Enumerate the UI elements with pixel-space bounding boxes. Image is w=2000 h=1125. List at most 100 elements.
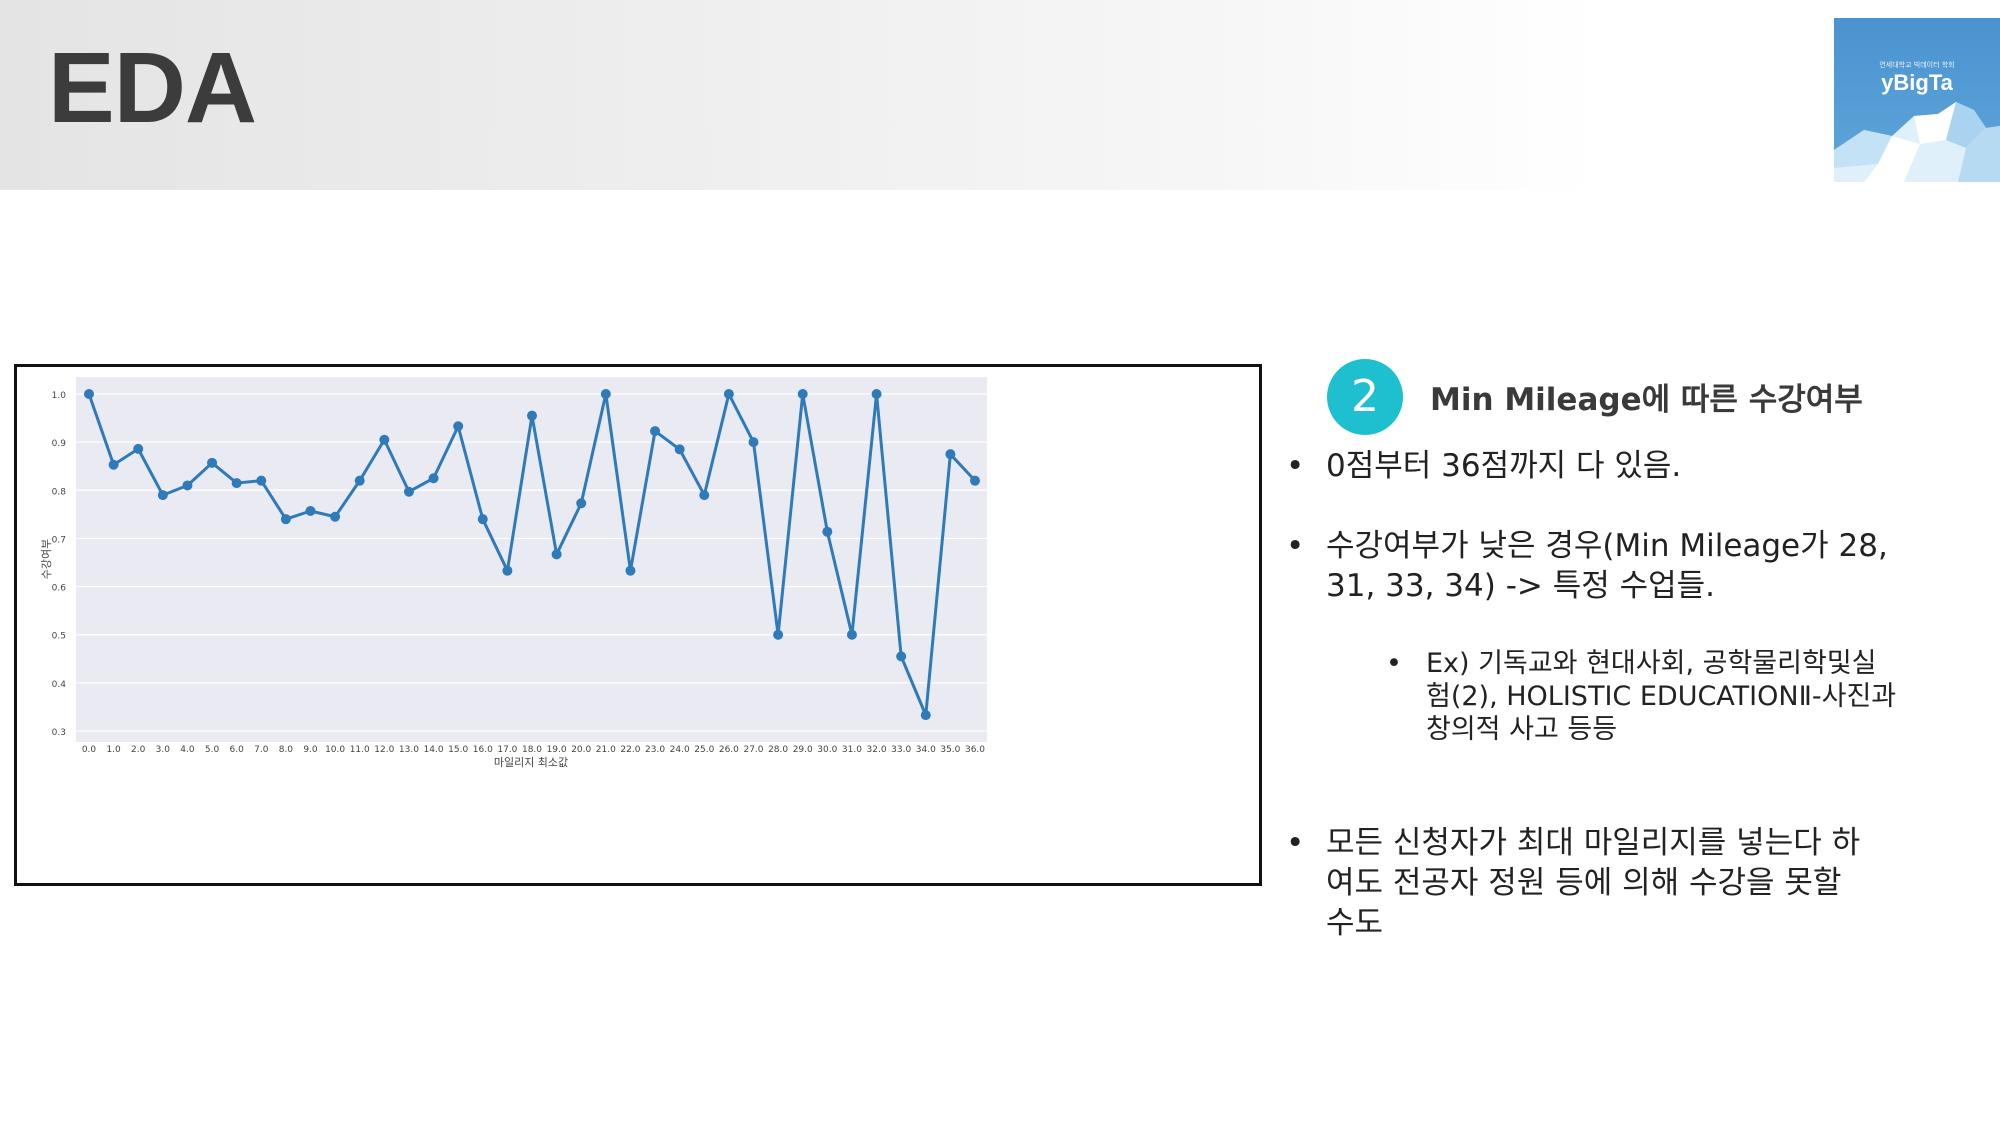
bullet-item: • 0점부터 36점까지 다 있음.: [1286, 446, 1966, 488]
data-point: [182, 480, 193, 491]
x-tick-label: 3.0: [156, 745, 171, 755]
x-tick-label: 10.0: [325, 745, 345, 755]
chart-frame: 0.3 0.4 0.5 0.6 0.7 0.8 0.9 1.0 0.0 1.0 2.0 3.0 4.0…: [14, 364, 1262, 886]
sub-bullet-item: • Ex) 기독교와 현대사회, 공학물리학및실 험(2), HOLISTIC …: [1386, 647, 1966, 749]
data-point: [256, 475, 267, 486]
data-point: [453, 421, 464, 432]
data-point: [379, 434, 390, 445]
section-number-badge: 2: [1327, 359, 1403, 435]
plot-area: [76, 377, 987, 742]
x-tick-label: 7.0: [254, 745, 269, 755]
data-point: [674, 444, 685, 455]
data-point: [822, 526, 833, 537]
x-tick-label: 32.0: [867, 745, 887, 755]
x-tick-label: 9.0: [303, 745, 318, 755]
bullet-text: 수강여부가 낮은 경우(Min Mileage가 28, 31, 33, 34)…: [1326, 528, 1888, 604]
bullet-dot: •: [1286, 448, 1305, 484]
x-tick-label: 34.0: [916, 745, 936, 755]
bullet-text: 0점부터 36점까지 다 있음.: [1326, 448, 1682, 484]
data-point: [84, 389, 94, 399]
data-point: [945, 449, 956, 460]
x-tick-label: 17.0: [497, 745, 517, 755]
x-tick-label: 23.0: [645, 745, 665, 755]
data-point: [650, 426, 661, 437]
x-tick-label: 0.0: [82, 745, 97, 755]
x-tick-label: 33.0: [891, 745, 911, 755]
data-point: [502, 565, 513, 576]
x-tick-label: 5.0: [205, 745, 220, 755]
x-tick-label: 16.0: [473, 745, 493, 755]
bullet-text: Ex) 기독교와 현대사회, 공학물리학및실 험(2), HOLISTIC ED…: [1426, 648, 1897, 745]
y-tick-label: 1.0: [52, 391, 67, 401]
x-tick-label: 24.0: [670, 745, 690, 755]
data-point: [354, 475, 365, 486]
x-tick-label: 21.0: [596, 745, 616, 755]
line-chart: 0.3 0.4 0.5 0.6 0.7 0.8 0.9 1.0 0.0 1.0 2.0 3.0 4.0…: [40, 377, 987, 769]
data-point: [477, 514, 488, 525]
x-tick-label: 20.0: [571, 745, 591, 755]
y-tick-label: 0.7: [52, 535, 66, 545]
x-tick-label: 8.0: [279, 745, 294, 755]
data-point: [231, 478, 242, 489]
x-tick-label: 35.0: [940, 745, 960, 755]
data-point: [403, 486, 414, 497]
x-tick-label: 36.0: [965, 745, 985, 755]
x-tick-label: 12.0: [374, 745, 394, 755]
data-point: [896, 651, 907, 662]
data-point: [748, 437, 759, 448]
x-tick-label: 26.0: [719, 745, 739, 755]
data-point: [428, 473, 439, 484]
logo: 연세대학교 빅데이터 학회 yBigTa: [1834, 18, 2000, 182]
bullet-item: • 수강여부가 낮은 경우(Min Mileage가 28, 31, 33, 3…: [1286, 526, 1966, 608]
data-point: [846, 629, 857, 640]
bullet-dot: •: [1286, 825, 1305, 861]
data-point: [797, 389, 808, 399]
data-point: [551, 549, 562, 560]
data-point: [157, 490, 168, 501]
x-tick-label: 18.0: [522, 745, 542, 755]
data-point: [723, 389, 734, 399]
x-tick-label: 2.0: [131, 745, 146, 755]
x-tick-label: 14.0: [424, 745, 444, 755]
data-point: [871, 389, 882, 399]
data-point: [133, 443, 144, 454]
data-point: [527, 410, 537, 421]
data-point: [576, 498, 587, 509]
x-tick-label: 25.0: [694, 745, 714, 755]
x-tick-label: 22.0: [620, 745, 640, 755]
data-point: [773, 629, 784, 640]
data-point: [699, 490, 710, 501]
x-tick-label: 27.0: [743, 745, 763, 755]
x-tick-label: 29.0: [793, 745, 813, 755]
section-title: Min Mileage에 따른 수강여부: [1430, 382, 1863, 418]
x-tick-label: 15.0: [448, 745, 468, 755]
data-point: [305, 505, 316, 516]
y-tick-label: 0.9: [52, 439, 67, 449]
y-tick-label: 0.6: [52, 584, 67, 594]
x-tick-label: 4.0: [180, 745, 195, 755]
data-point: [280, 514, 291, 525]
x-tick-label: 13.0: [399, 745, 419, 755]
data-point: [207, 457, 218, 468]
bullet-text: 모든 신청자가 최대 마일리지를 넣는다 하 여도 전공자 정원 등에 의해 수…: [1326, 825, 1861, 941]
x-tick-label: 6.0: [230, 745, 245, 755]
x-axis-label: 마일리지 최소값: [494, 755, 568, 769]
y-tick-label: 0.8: [52, 487, 67, 497]
y-tick-label: 0.4: [52, 680, 67, 690]
y-tick-label: 0.3: [52, 728, 66, 738]
x-tick-label: 31.0: [842, 745, 862, 755]
data-point: [970, 475, 980, 486]
data-point: [330, 511, 341, 522]
x-tick-label: 1.0: [106, 745, 121, 755]
y-axis-label: 수강여부: [40, 539, 53, 579]
data-point: [625, 565, 636, 576]
bullet-dot: •: [1286, 528, 1305, 564]
x-tick-label: 30.0: [817, 745, 837, 755]
x-tick-label: 19.0: [547, 745, 567, 755]
x-tick-label: 28.0: [768, 745, 788, 755]
header-band: [0, 0, 2000, 190]
data-point: [920, 710, 931, 721]
bullet-item: • 모든 신청자가 최대 마일리지를 넣는다 하 여도 전공자 정원 등에 의해…: [1286, 823, 1966, 945]
page-title: EDA: [48, 32, 257, 144]
bullet-dot: •: [1386, 648, 1402, 679]
